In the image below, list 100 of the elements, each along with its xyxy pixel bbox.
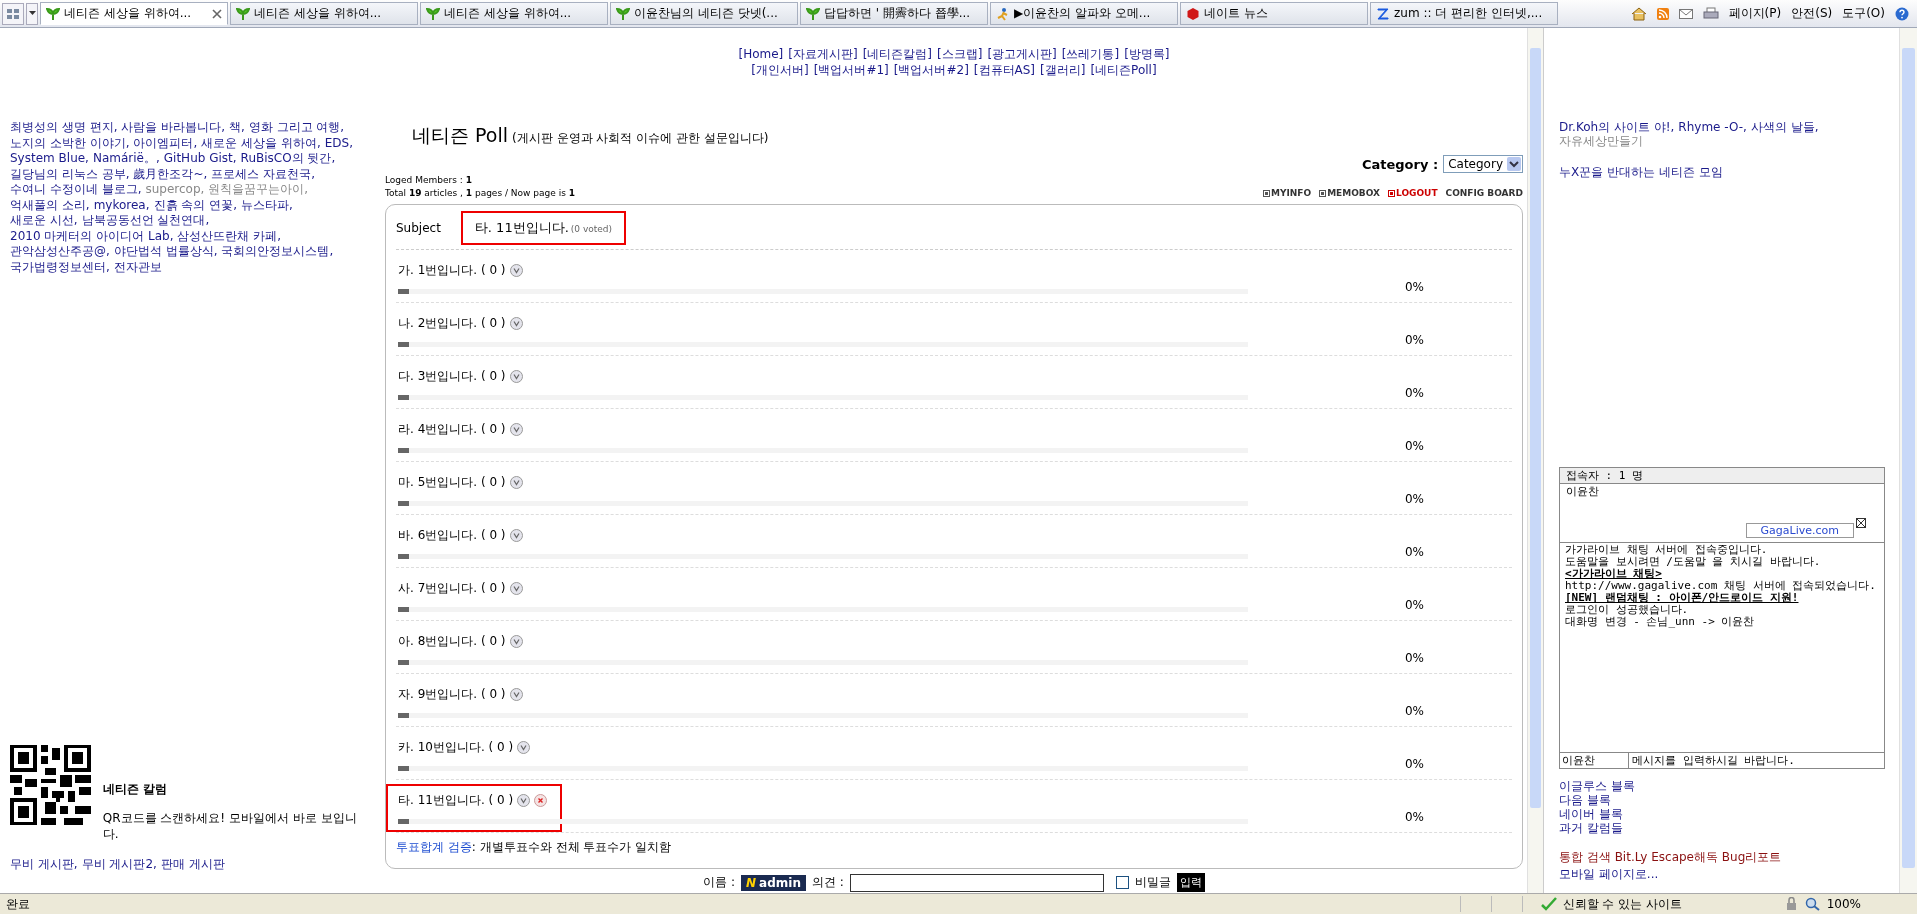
- blog-link[interactable]: 네이버 블록: [1559, 807, 1885, 821]
- opinion-field[interactable]: [849, 873, 1104, 892]
- browser-tab[interactable]: 네티즌 세상을 위하여...: [420, 2, 608, 25]
- vote-icon[interactable]: [509, 688, 523, 701]
- board-link[interactable]: 무비 게시판2,: [81, 856, 157, 873]
- vote-icon[interactable]: [509, 317, 523, 330]
- blog-link[interactable]: 다음 블록: [1559, 793, 1885, 807]
- nav-link[interactable]: [컴퓨터AS]: [973, 62, 1036, 78]
- verify-link[interactable]: 투표합계 검증: [396, 840, 472, 854]
- blog-link[interactable]: 歲月한조각~,: [133, 166, 208, 182]
- blog-link[interactable]: 전자관보: [113, 259, 162, 275]
- nav-link[interactable]: [네티즌칼럼]: [862, 46, 933, 62]
- close-icon[interactable]: [1856, 518, 1866, 528]
- board-link[interactable]: 무비 게시판,: [10, 856, 78, 873]
- blog-link[interactable]: 새로운 세상을 위하여,: [201, 135, 321, 151]
- site-link[interactable]: Rhyme -O-,: [1678, 120, 1747, 134]
- toolbar-menu[interactable]: 페이지(P): [1728, 5, 1782, 22]
- zoom-level[interactable]: 100%: [1826, 897, 1861, 911]
- blog-link[interactable]: EDS,: [324, 135, 353, 151]
- blog-link[interactable]: 길당님의 리눅스 공부,: [10, 166, 130, 182]
- blog-link[interactable]: 뉴스타파,: [240, 197, 293, 213]
- blog-link[interactable]: 남북공동선언 실천연대,: [81, 213, 210, 229]
- chat-brand-button[interactable]: GagaLive.com: [1745, 523, 1854, 538]
- nav-link[interactable]: [백업서버#1]: [813, 62, 889, 78]
- tools-link[interactable]: 통합 검색 Bit.Ly Escape해독 Bug리포트: [1559, 849, 1885, 866]
- help-icon[interactable]: [1895, 6, 1909, 21]
- blog-link[interactable]: 야단법석 법률상식,: [113, 244, 218, 260]
- vote-icon[interactable]: [509, 370, 523, 383]
- blog-link[interactable]: 새로운 시선,: [10, 213, 78, 229]
- rss-icon[interactable]: [1656, 7, 1669, 20]
- browser-tab[interactable]: ▶이윤찬의 알파와 오메...: [990, 2, 1178, 25]
- nav-link[interactable]: [쓰레기통]: [1061, 46, 1120, 62]
- vote-icon[interactable]: [517, 741, 531, 754]
- blog-link[interactable]: 노지의 소박한 이야기,: [10, 135, 130, 151]
- scrollbar[interactable]: [1527, 28, 1543, 893]
- chat-user[interactable]: 이윤찬: [1566, 484, 1878, 499]
- blog-link[interactable]: 아이엠피터,: [133, 135, 198, 151]
- browser-tab[interactable]: 이윤찬님의 네티즌 닷넷(...: [610, 2, 798, 25]
- board-menu-link[interactable]: MEMOBOX: [1319, 188, 1380, 198]
- nav-link[interactable]: [광고게시판]: [987, 46, 1057, 62]
- nav-link[interactable]: [Home]: [738, 46, 784, 62]
- blog-link[interactable]: 진흙 속의 연꽃,: [153, 197, 237, 213]
- blog-link[interactable]: 책, 영화 그리고 여행,: [229, 120, 345, 136]
- browser-tab[interactable]: 네티즌 세상을 위하여...: [40, 2, 228, 25]
- board-link[interactable]: 판매 게시판: [160, 856, 225, 873]
- delete-icon[interactable]: [534, 794, 548, 807]
- nav-link[interactable]: [네티즌Poll]: [1090, 62, 1157, 78]
- blog-link[interactable]: Namárië。,: [92, 151, 160, 167]
- vote-icon[interactable]: [509, 529, 523, 542]
- blog-link[interactable]: 관악삼성산주공@,: [10, 244, 110, 260]
- vote-icon[interactable]: [509, 476, 523, 489]
- toolbar-menu[interactable]: 안전(S): [1791, 5, 1833, 22]
- browser-tab[interactable]: zum :: 더 편리한 인터넷,...: [1370, 2, 1558, 25]
- blog-link[interactable]: 이글루스 블록: [1559, 779, 1885, 793]
- vote-icon[interactable]: [509, 635, 523, 648]
- blog-link[interactable]: 최병성의 생명 편지,: [10, 120, 118, 136]
- submit-button[interactable]: 입력: [1176, 873, 1205, 892]
- blog-link[interactable]: mykorea,: [93, 197, 150, 213]
- nav-link[interactable]: [백업서버#2]: [893, 62, 969, 78]
- vote-icon[interactable]: [517, 794, 531, 807]
- vote-icon[interactable]: [509, 582, 523, 595]
- nav-link[interactable]: [스크랩]: [937, 46, 983, 62]
- board-menu-link[interactable]: CONFIG BOARD: [1445, 188, 1523, 198]
- blog-link[interactable]: System Blue,: [10, 151, 89, 167]
- browser-tab[interactable]: 답답하면 ' 開霽하다 쬽學...: [800, 2, 988, 25]
- site-link[interactable]: 자유세상만들기: [1559, 134, 1643, 148]
- blog-link[interactable]: 국회의안정보시스템,: [221, 244, 334, 260]
- group-link[interactable]: 누X꾼을 반대하는 네티즌 모임: [1559, 164, 1885, 181]
- nav-link[interactable]: [갤러리]: [1040, 62, 1086, 78]
- blog-link[interactable]: 국가법령정보센터,: [10, 259, 110, 275]
- blog-link[interactable]: 삼성산뜨란채 카페,: [177, 228, 282, 244]
- board-menu-link[interactable]: LOGOUT: [1388, 188, 1438, 198]
- site-link[interactable]: Dr.Koh의 사이트 야!,: [1559, 120, 1675, 134]
- nav-link[interactable]: [방명록]: [1124, 46, 1170, 62]
- browser-tab[interactable]: 네이트 뉴스: [1180, 2, 1368, 25]
- nav-link[interactable]: [자료게시판]: [788, 46, 858, 62]
- secret-checkbox[interactable]: [1115, 876, 1129, 889]
- board-menu-link[interactable]: MYINFO: [1263, 188, 1312, 198]
- blog-link[interactable]: RuBisCO의 뒷간,: [240, 151, 336, 167]
- browser-tab[interactable]: 네티즌 세상을 위하여...: [230, 2, 418, 25]
- category-select[interactable]: Category: [1443, 155, 1523, 173]
- scrollbar[interactable]: [1899, 28, 1917, 893]
- blog-link[interactable]: 2010 마케터의 아이디어 Lab,: [10, 228, 174, 244]
- blog-link[interactable]: 원칙을꿈꾸는아이,: [208, 182, 309, 198]
- blog-link[interactable]: 억새풀의 소리,: [10, 197, 90, 213]
- dropdown-icon[interactable]: [26, 2, 38, 25]
- blog-link[interactable]: 사람을 바라봅니다,: [121, 120, 226, 136]
- mobile-link[interactable]: 모바일 페이지로...: [1559, 866, 1885, 883]
- close-icon[interactable]: [212, 8, 222, 19]
- blog-link[interactable]: 프로세스 자료천국,: [211, 166, 315, 182]
- nav-link[interactable]: [개인서버]: [751, 62, 809, 78]
- blog-link[interactable]: supercop,: [145, 182, 205, 198]
- blog-link[interactable]: 수여니 수정이네 블로그,: [10, 182, 142, 198]
- toolbar-menu[interactable]: 도구(O): [1842, 5, 1885, 22]
- vote-icon[interactable]: [509, 423, 523, 436]
- home-icon[interactable]: [1630, 6, 1647, 21]
- blog-link[interactable]: GitHub Gist,: [163, 151, 237, 167]
- site-link[interactable]: 사색의 날들,: [1750, 120, 1819, 134]
- print-icon[interactable]: [1702, 6, 1719, 21]
- mail-icon[interactable]: [1678, 8, 1693, 19]
